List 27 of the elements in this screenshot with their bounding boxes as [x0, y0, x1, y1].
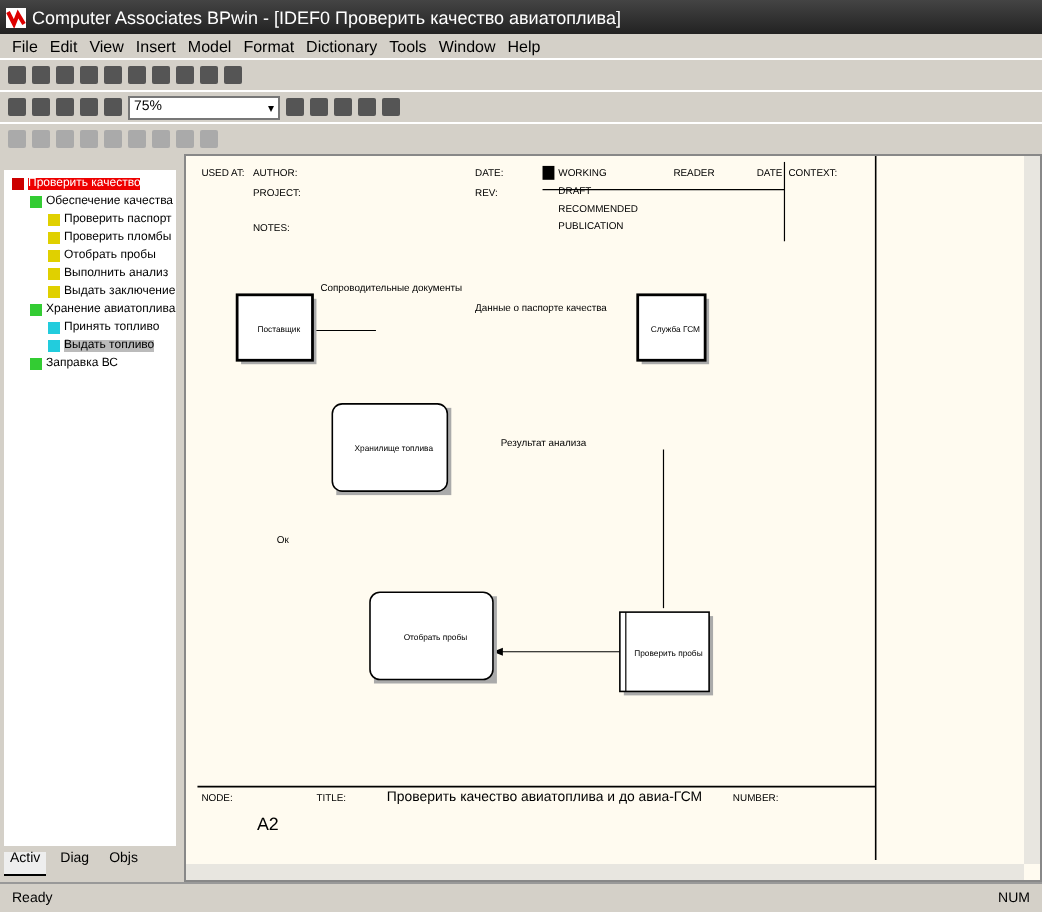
- vertical-scrollbar[interactable]: [1024, 156, 1040, 864]
- node-icon: [12, 177, 24, 189]
- menu-item[interactable]: View: [89, 37, 124, 55]
- node-icon: [48, 231, 60, 243]
- menu-item[interactable]: Edit: [49, 37, 78, 55]
- app-icon: [6, 7, 26, 27]
- node-icon: [48, 339, 60, 351]
- node-icon: [48, 285, 60, 297]
- menu-item[interactable]: Tools: [389, 37, 427, 55]
- menu-item[interactable]: Help: [507, 37, 541, 55]
- node-icon: [48, 249, 60, 261]
- node-number: A2: [256, 814, 279, 835]
- node-icon: [30, 357, 42, 369]
- node-icon: [48, 321, 60, 333]
- node-icon: [48, 267, 60, 279]
- horizontal-scrollbar[interactable]: [186, 864, 1024, 880]
- window-title: Computer Associates BPwin - [IDEF0 Проверить качество авиатоплива]: [32, 7, 621, 27]
- menu-item[interactable]: Insert: [135, 37, 176, 55]
- node-icon: [48, 213, 60, 225]
- menu-item[interactable]: Dictionary: [306, 37, 378, 55]
- menu-item[interactable]: File: [12, 37, 38, 55]
- node-icon: [30, 195, 42, 207]
- menu-item[interactable]: Window: [438, 37, 496, 55]
- node-icon: [30, 303, 42, 315]
- arrow: [492, 647, 621, 656]
- menu-item[interactable]: Model: [187, 37, 232, 55]
- menu-item[interactable]: Format: [243, 37, 295, 55]
